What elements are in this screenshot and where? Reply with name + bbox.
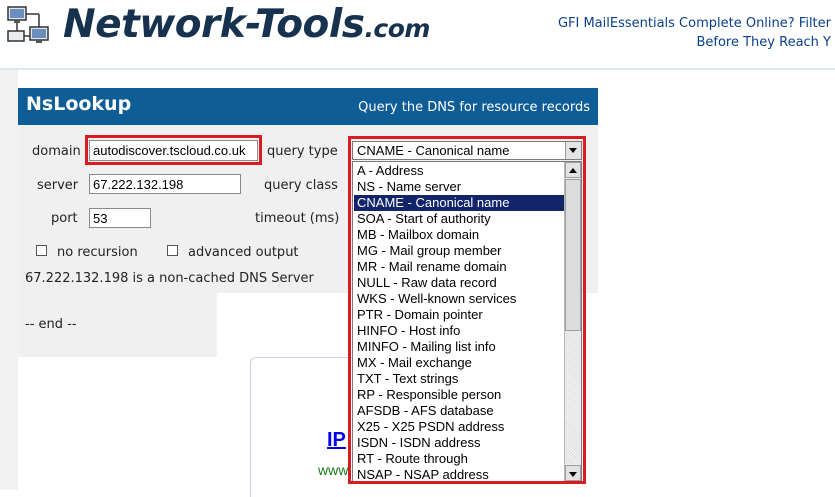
logo-suffix: .com xyxy=(364,14,430,43)
banner-ad-line1[interactable]: GFI MailEssentials Complete Online? Filt… xyxy=(558,14,831,33)
port-label: port xyxy=(51,211,78,226)
logo-text: Network-Tools xyxy=(63,2,365,47)
network-computers-icon xyxy=(7,6,49,43)
advanced-output-label: advanced output xyxy=(188,245,299,260)
tool-title: NsLookup xyxy=(26,93,132,115)
timeout-label: timeout (ms) xyxy=(255,211,340,226)
port-input[interactable]: 53 xyxy=(89,208,151,228)
server-input[interactable]: 67.222.132.198 xyxy=(89,174,241,194)
tool-subtitle: Query the DNS for resource records xyxy=(358,100,590,115)
header-divider xyxy=(0,68,835,70)
domain-input[interactable]: autodiscover.tscloud.co.uk xyxy=(89,140,258,161)
advanced-output-checkbox[interactable] xyxy=(167,245,178,256)
www-text: www xyxy=(318,462,349,478)
banner-ad[interactable]: GFI MailEssentials Complete Online? Filt… xyxy=(558,14,831,52)
left-margin xyxy=(0,70,18,490)
top-banner: Network-Tools.com GFI MailEssentials Com… xyxy=(0,0,835,68)
status-message: 67.222.132.198 is a non-cached DNS Serve… xyxy=(25,271,314,286)
query-type-label: query type xyxy=(267,144,338,159)
query-class-label: query class xyxy=(264,178,338,193)
dropdown-highlight xyxy=(348,136,586,484)
banner-ad-line2[interactable]: Before They Reach Y xyxy=(558,33,831,52)
tool-header: NsLookup Query the DNS for resource reco… xyxy=(18,88,598,125)
ip-link[interactable]: IP xyxy=(327,429,346,452)
end-marker: -- end -- xyxy=(25,317,77,332)
no-recursion-label: no recursion xyxy=(57,245,138,260)
server-label: server xyxy=(37,178,79,193)
site-logo[interactable]: Network-Tools.com xyxy=(63,2,430,47)
domain-label: domain xyxy=(32,144,81,159)
no-recursion-checkbox[interactable] xyxy=(36,245,47,256)
